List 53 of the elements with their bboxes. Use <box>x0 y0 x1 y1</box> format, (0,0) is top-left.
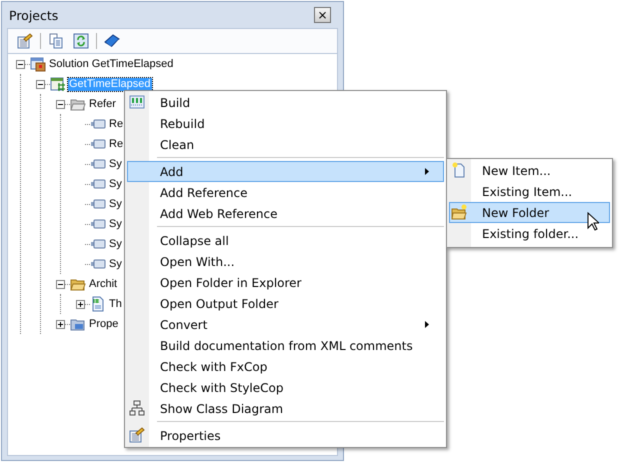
code-file-icon <box>90 296 106 312</box>
menu-item[interactable]: Convert <box>127 314 444 335</box>
tree-item[interactable]: Prope <box>88 318 120 330</box>
tree-item[interactable]: Sy <box>108 198 123 210</box>
collapse-toggle[interactable] <box>36 80 45 88</box>
menu-item[interactable]: Build documentation from XML comments <box>127 335 444 356</box>
properties-icon <box>129 427 145 443</box>
menu-item[interactable]: Rebuild <box>127 113 444 134</box>
tree-item[interactable]: Refer <box>88 98 117 110</box>
menu-item[interactable]: Existing folder... <box>449 223 610 244</box>
refresh-icon[interactable] <box>71 31 91 51</box>
menu-item[interactable]: Open With... <box>127 251 444 272</box>
tree-item[interactable]: Sy <box>108 258 123 270</box>
menu-item[interactable]: Collapse all <box>127 230 444 251</box>
properties-icon[interactable] <box>15 31 35 51</box>
menu-item[interactable]: Build <box>127 92 444 113</box>
menu-item[interactable]: Show Class Diagram <box>127 398 444 419</box>
collapse-toggle[interactable] <box>56 100 65 108</box>
tree-item[interactable]: Th <box>108 298 123 310</box>
menu-item[interactable]: Open Output Folder <box>127 293 444 314</box>
panel-title: Projects <box>9 8 58 22</box>
mouse-pointer-icon <box>587 212 599 231</box>
collapse-toggle[interactable] <box>16 60 25 68</box>
tree-item[interactable]: Sy <box>108 178 123 190</box>
project-icon <box>50 76 66 92</box>
tree-item[interactable]: Re <box>108 118 124 130</box>
class-diagram-icon <box>129 400 145 416</box>
tree-item[interactable]: Solution GetTimeElapsed <box>48 58 174 70</box>
build-icon <box>129 94 145 110</box>
submenu-arrow-icon <box>425 168 429 175</box>
menu-item[interactable]: New Item... <box>449 160 610 181</box>
menu-item[interactable]: Add Reference <box>127 182 444 203</box>
close-button[interactable]: × <box>314 7 331 23</box>
collapse-toggle[interactable] <box>56 280 65 288</box>
menu-item[interactable]: Check with StyleCop <box>127 377 444 398</box>
solution-icon <box>30 56 46 72</box>
tree-item[interactable]: Re <box>108 138 124 150</box>
expand-toggle[interactable] <box>76 300 85 308</box>
menu-item[interactable]: Existing Item... <box>449 181 610 202</box>
menu-item[interactable]: Check with FxCop <box>127 356 444 377</box>
menu-item[interactable]: Add Web Reference <box>127 203 444 224</box>
new-file-icon <box>451 162 467 178</box>
tree-item[interactable]: Sy <box>108 218 123 230</box>
menu-item[interactable]: New Folder <box>449 202 610 223</box>
menu-item[interactable]: Open Folder in Explorer <box>127 272 444 293</box>
menu-item[interactable]: Properties <box>127 425 444 446</box>
expand-toggle[interactable] <box>56 320 65 328</box>
menu-item[interactable]: Clean <box>127 134 444 155</box>
tree-item[interactable]: Sy <box>108 238 123 250</box>
tree-item[interactable]: Sy <box>108 158 123 170</box>
submenu-arrow-icon <box>425 321 429 328</box>
menu-item[interactable]: Add <box>127 161 444 182</box>
tree-item[interactable]: Archit <box>88 278 118 290</box>
